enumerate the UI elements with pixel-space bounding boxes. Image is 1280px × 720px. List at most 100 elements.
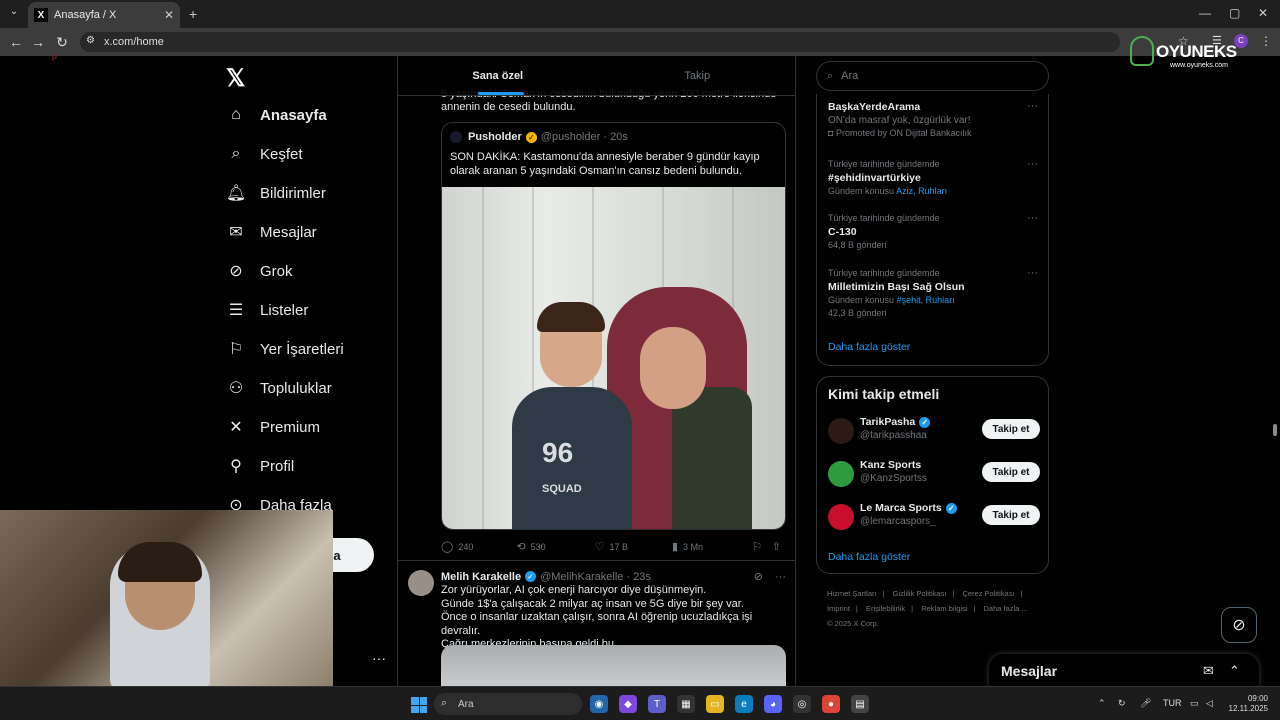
new-tab-icon[interactable]: + <box>189 6 197 22</box>
network-icon[interactable]: ▭ <box>1190 698 1199 709</box>
tab-for-you[interactable]: Sana özel <box>398 56 598 95</box>
windows-start-icon[interactable] <box>411 697 427 713</box>
scrollbar-thumb[interactable] <box>1273 424 1277 436</box>
browser-tab[interactable]: X Anasayfa / X ✕ <box>28 2 180 28</box>
edge-icon[interactable]: e <box>735 695 753 713</box>
obs-icon[interactable]: ◎ <box>793 695 811 713</box>
quote-author-name[interactable]: Pusholder <box>468 131 522 143</box>
nav-item-explore[interactable]: ⌕ Keşfet <box>226 136 303 172</box>
microphone-icon[interactable]: 🎤︎ <box>1140 698 1151 709</box>
site-info-icon[interactable]: ⚙ <box>86 35 95 46</box>
tab-list-icon[interactable]: ⌄ <box>2 6 26 17</box>
tab-following[interactable]: Takip <box>598 56 796 95</box>
post-author-name[interactable]: Melih Karakelle <box>441 571 521 583</box>
trend-more-icon[interactable]: ··· <box>1027 100 1038 113</box>
home-icon: ⌂ <box>231 106 241 123</box>
post-photo[interactable]: 96 SQUAD <box>442 187 785 529</box>
nav-item-premium[interactable]: ✕ Premium <box>226 409 320 445</box>
menu-icon[interactable]: ⋮ <box>1260 34 1272 48</box>
taskbar-clock[interactable]: 09:00 12.11.2025 <box>1226 694 1268 714</box>
grok-post-icon[interactable]: ⊘ <box>754 570 763 583</box>
follow-button[interactable]: Takip et <box>982 419 1040 439</box>
reload-icon[interactable]: ↻ <box>50 34 74 51</box>
expand-up-icon[interactable]: ⌃ <box>1229 663 1240 679</box>
copilot-icon[interactable]: ◉ <box>590 695 608 713</box>
who-item[interactable]: Kanz Sports @KanzSportss Takip et <box>828 458 1040 492</box>
footer-link[interactable]: İmprint <box>827 604 850 613</box>
tray-overflow-icon[interactable]: ⌃ <box>1098 698 1106 709</box>
trend-item[interactable]: Türkiye tarihinde gündemde Milletimizin … <box>828 267 1038 320</box>
footer-link[interactable]: Gizlilik Politikası <box>893 589 947 598</box>
trend-item[interactable]: Türkiye tarihinde gündemde #şehidinvartü… <box>828 158 1038 198</box>
volume-icon[interactable]: ◁ <box>1206 698 1213 709</box>
app-icon[interactable]: ◆ <box>619 695 637 713</box>
quote-header: Pusholder ✓ @pusholder · 20s <box>450 131 628 143</box>
follow-button[interactable]: Takip et <box>982 462 1040 482</box>
nav-item-grok[interactable]: ⊘ Grok <box>226 253 292 289</box>
nav-item-messages[interactable]: ✉ Mesajlar <box>226 214 316 250</box>
trend-more-icon[interactable]: ··· <box>1027 158 1038 171</box>
store-icon[interactable]: ▦ <box>677 695 695 713</box>
teams-icon[interactable]: T <box>648 695 666 713</box>
like-button[interactable]: ♡ 17 B <box>595 540 672 553</box>
forward-icon[interactable]: → <box>26 34 50 50</box>
taskbar-search[interactable]: ⌕ Ara <box>434 693 582 715</box>
footer-link[interactable]: Hizmet Şartları <box>827 589 877 598</box>
minimize-icon[interactable]: — <box>1199 6 1211 20</box>
post-text: Zor yürüyorlar, AI çok enerji harcıyor d… <box>441 584 786 652</box>
post-more-icon[interactable]: ··· <box>775 571 786 583</box>
messages-drawer[interactable]: Mesajlar ✉ ⌃ <box>989 654 1259 688</box>
maximize-icon[interactable]: ▢ <box>1229 6 1240 20</box>
tray-sync-icon[interactable]: ↻ <box>1118 698 1126 709</box>
url-field[interactable]: ⚙ x.com/home <box>80 32 1120 52</box>
nav-item-notifications[interactable]: 🔔︎ Bildirimler <box>226 175 326 211</box>
quoted-post[interactable]: Pusholder ✓ @pusholder · 20s SON DAKİKA:… <box>441 122 786 530</box>
share-button[interactable]: ⇧ <box>772 540 786 553</box>
footer-link[interactable]: Çerez Politikası <box>962 589 1014 598</box>
x-logo-icon[interactable]: 𝕏 <box>226 64 245 93</box>
footer-link[interactable]: Reklam bilgisi <box>921 604 967 613</box>
nav-item-bookmarks[interactable]: ⚐ Yer İşaretleri <box>226 331 344 367</box>
bookmark-button[interactable]: ⚐ <box>752 540 772 553</box>
who-item[interactable]: TarikPasha ✓ @tarikpasshaa Takip et <box>828 415 1040 449</box>
grok-fab-icon[interactable]: ⊘ <box>1221 607 1257 643</box>
page-scrollbar[interactable] <box>1270 56 1280 686</box>
chrome-icon[interactable]: ● <box>822 695 840 713</box>
app-icon[interactable]: ▤ <box>851 695 869 713</box>
discord-icon[interactable]: ◕ <box>764 695 782 713</box>
taskbar-search-placeholder: Ara <box>458 698 474 710</box>
new-message-icon[interactable]: ✉ <box>1203 663 1214 679</box>
account-more-icon[interactable]: ··· <box>372 650 386 666</box>
nav-item-profile[interactable]: ⚲ Profil <box>226 448 294 484</box>
folder-icon[interactable]: ▭ <box>706 695 724 713</box>
avatar[interactable] <box>408 570 434 596</box>
views-button[interactable]: ▮ 3 Mn <box>672 540 752 553</box>
reply-button[interactable]: ◯ 240 <box>441 540 516 553</box>
avatar[interactable] <box>828 504 854 530</box>
avatar[interactable] <box>828 461 854 487</box>
trend-item[interactable]: BaşkaYerdeArama ON'da masraf yok, özgürl… <box>828 100 1038 140</box>
nav-item-home[interactable]: ⌂ Anasayfa <box>226 97 327 133</box>
back-icon[interactable]: ← <box>4 34 28 50</box>
nav-item-communities[interactable]: ⚇ Topluluklar <box>226 370 332 406</box>
trends-show-more[interactable]: Daha fazla göster <box>828 341 910 353</box>
follow-button[interactable]: Takip et <box>982 505 1040 525</box>
repost-button[interactable]: ⟲ 530 <box>516 540 594 553</box>
footer-link[interactable]: Daha fazla ... <box>984 604 1028 613</box>
trend-more-icon[interactable]: ··· <box>1027 267 1038 280</box>
quote-handle[interactable]: @pusholder <box>541 131 600 143</box>
close-tab-icon[interactable]: ✕ <box>164 8 174 22</box>
search-input[interactable] <box>841 70 1022 82</box>
who-show-more[interactable]: Daha fazla göster <box>828 551 910 563</box>
trend-item[interactable]: Türkiye tarihinde gündemde C-130 64,8 B … <box>828 212 1038 252</box>
search-box[interactable]: ⌕ <box>816 61 1049 91</box>
post-video-thumbnail[interactable] <box>441 645 786 686</box>
footer-link[interactable]: Erişilebilirlik <box>866 604 905 613</box>
close-window-icon[interactable]: ✕ <box>1258 6 1268 20</box>
post-handle[interactable]: @MelihKarakelle <box>540 571 623 583</box>
avatar[interactable] <box>828 418 854 444</box>
nav-item-lists[interactable]: ☰ Listeler <box>226 292 309 328</box>
who-item[interactable]: Le Marca Sports ✓ @lemarcaspors_ Takip et <box>828 501 1040 535</box>
keyboard-language[interactable]: TUR <box>1163 698 1182 708</box>
trend-more-icon[interactable]: ··· <box>1027 212 1038 225</box>
